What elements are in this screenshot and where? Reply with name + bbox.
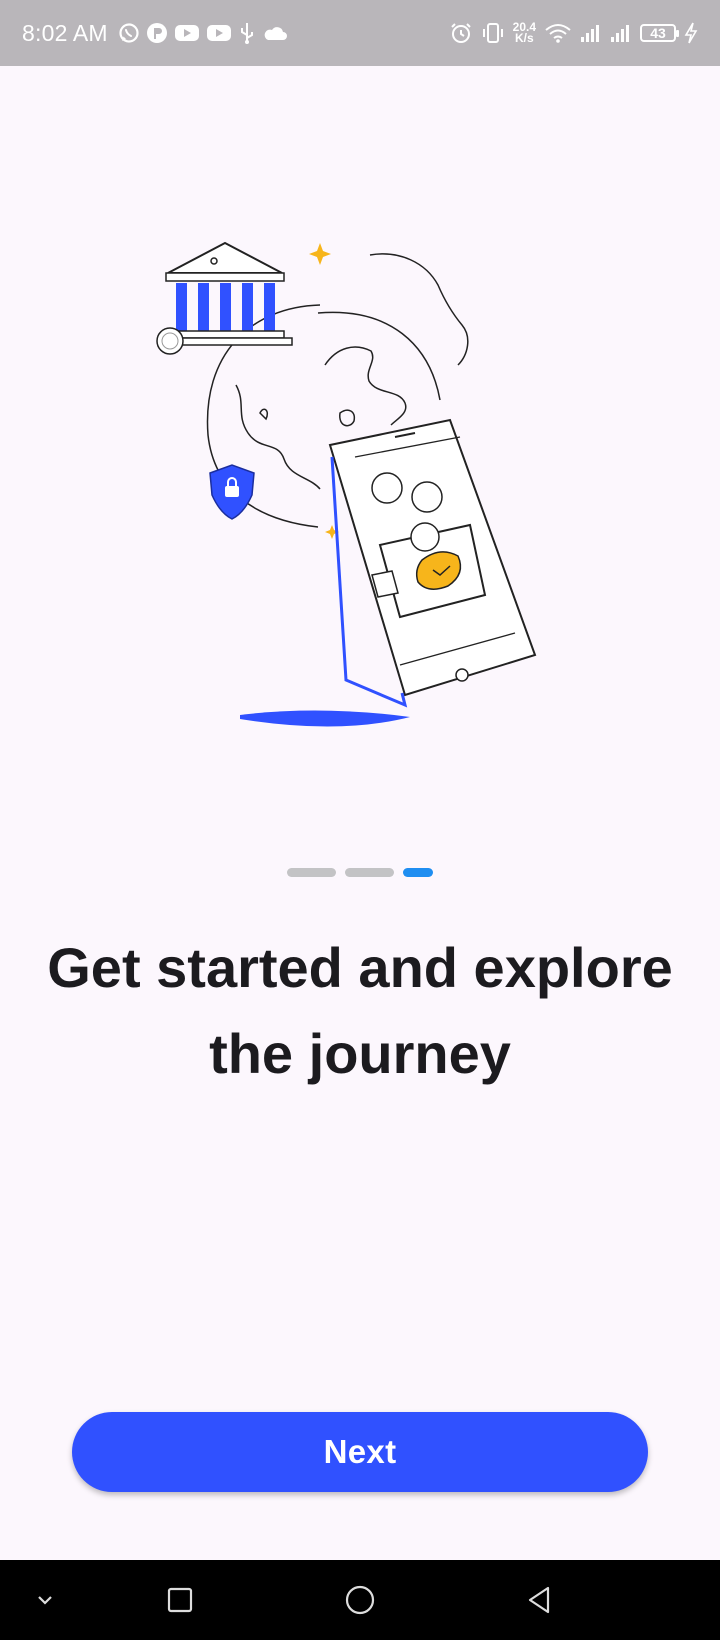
signal-icon [610,22,632,44]
wifi-icon [544,22,572,44]
page-dot-2 [345,868,394,877]
shield-icon [209,464,255,520]
status-left: 8:02 AM [22,20,288,47]
status-time: 8:02 AM [22,19,108,46]
network-speed-unit: K/s [514,31,534,45]
cloud-icon [262,24,288,42]
next-button[interactable]: Next [72,1412,648,1492]
charging-icon [684,22,698,44]
youtube-icon [174,23,200,43]
onboarding-illustration [140,235,580,755]
page-indicator [0,868,720,877]
signal-icon [580,22,602,44]
youtube-icon [206,23,232,43]
page-dot-1 [287,868,336,877]
recents-icon[interactable] [150,1570,210,1630]
usb-icon [238,21,256,45]
back-icon[interactable] [510,1570,570,1630]
coin-icon [156,327,184,355]
whatsapp-icon [118,22,140,44]
phone-shadow [240,710,410,727]
status-right: 20.4 K/s 43 [449,21,698,45]
network-speed: 20.4 K/s [513,21,536,45]
app-icon [146,22,168,44]
status-bar: 8:02 AM 20.4 K/s 43 [0,0,720,66]
vibrate-icon [481,21,505,45]
system-nav-bar [0,1560,720,1640]
home-icon[interactable] [330,1570,390,1630]
chevron-down-icon[interactable] [15,1570,75,1630]
onboarding-heading: Get started and explore the journey [47,936,673,1085]
alarm-icon [449,21,473,45]
battery-icon: 43 [640,24,679,42]
page-dot-3-active [403,868,433,877]
bank-icon [157,241,293,346]
